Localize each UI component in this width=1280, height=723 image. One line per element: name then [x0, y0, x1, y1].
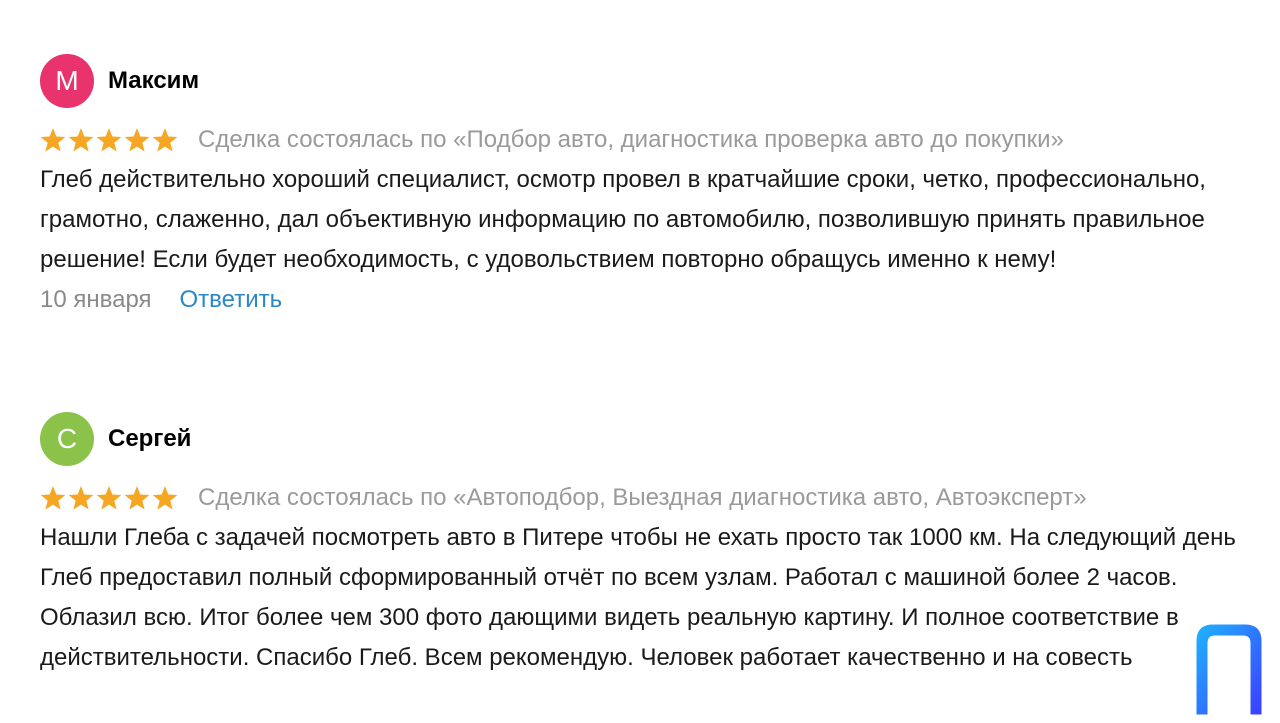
rating-stars [40, 485, 178, 511]
review-author: М Максим [40, 54, 1260, 108]
star-icon [96, 486, 122, 510]
reviews-page: М Максим Сделка состоялась по «Подбор ав… [0, 0, 1280, 723]
review-author: С Сергей [40, 412, 1260, 466]
star-icon [40, 128, 66, 152]
deal-info: Сделка состоялась по «Автоподбор, Выездн… [198, 484, 1087, 511]
author-name[interactable]: Максим [108, 67, 199, 95]
star-icon [68, 486, 94, 510]
review-text: Нашли Глеба с задачей посмотреть авто в … [40, 524, 1236, 671]
avatar-initial: М [55, 65, 79, 96]
avatar-initial: С [56, 423, 78, 454]
star-icon [124, 486, 150, 510]
corner-logo-icon [1193, 621, 1265, 716]
star-icon [68, 128, 94, 152]
star-icon [96, 128, 122, 152]
star-icon [124, 128, 150, 152]
star-icon [152, 128, 178, 152]
review-card: М Максим Сделка состоялась по «Подбор ав… [40, 54, 1260, 320]
avatar: М [40, 54, 94, 108]
review-text: Глеб действительно хороший специалист, о… [40, 166, 1206, 273]
review-card: С Сергей Сделка состоялась по «Автоподбо… [40, 412, 1260, 678]
star-icon [40, 486, 66, 510]
review-footer: 10 января Ответить [40, 280, 1260, 320]
rating-stars [40, 127, 178, 153]
review-date: 10 января [40, 286, 152, 313]
reply-link[interactable]: Ответить [180, 286, 283, 314]
avatar: С [40, 412, 94, 466]
author-name[interactable]: Сергей [108, 425, 191, 453]
star-icon [152, 486, 178, 510]
deal-info: Сделка состоялась по «Подбор авто, диагн… [198, 126, 1064, 153]
review-meta: Сделка состоялась по «Подбор авто, диагн… [40, 120, 1260, 160]
review-meta: Сделка состоялась по «Автоподбор, Выездн… [40, 478, 1260, 518]
